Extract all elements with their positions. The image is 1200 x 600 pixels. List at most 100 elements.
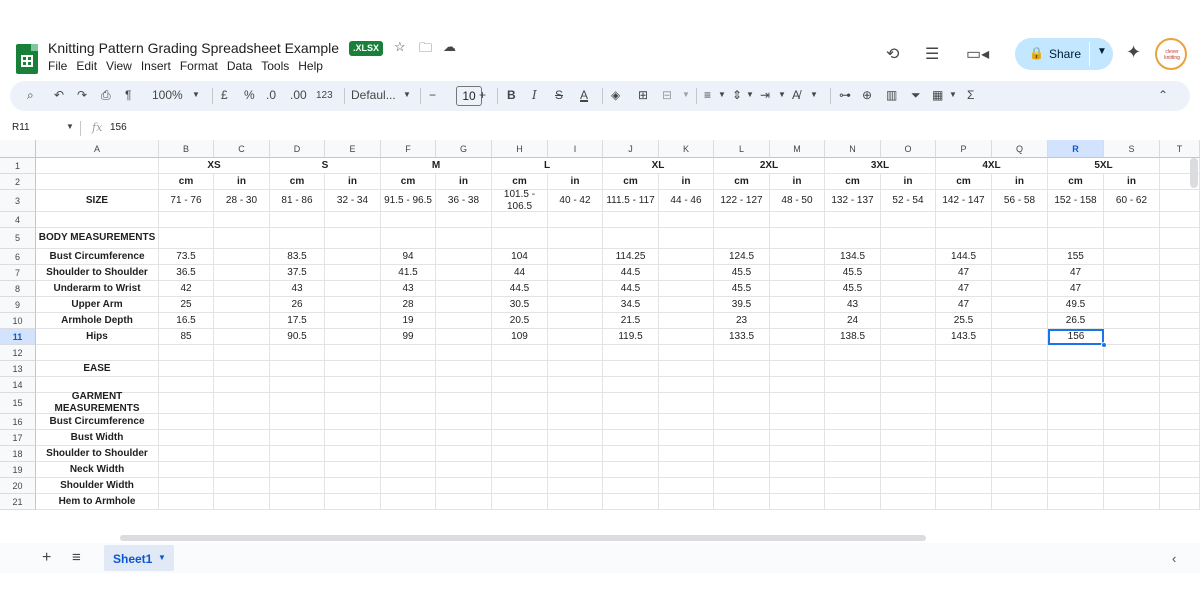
undo-icon[interactable]: ↶ (54, 88, 64, 102)
grid-cell[interactable] (492, 212, 548, 228)
grid-cell[interactable] (992, 297, 1048, 313)
grid-cell[interactable] (436, 478, 492, 494)
grid-cell[interactable] (881, 313, 936, 329)
grid-cell[interactable] (992, 414, 1048, 430)
menu-file[interactable]: File (48, 59, 67, 73)
grid-cell[interactable] (436, 249, 492, 265)
grid-cell[interactable] (936, 478, 992, 494)
body-measurement-value[interactable]: 25.5 (936, 313, 992, 329)
size-header[interactable]: 5XL (1048, 158, 1160, 174)
column-header-p[interactable]: P (936, 140, 992, 158)
grid-cell[interactable] (159, 361, 214, 377)
grid-cell[interactable] (325, 446, 381, 462)
ease-label[interactable]: EASE (36, 361, 159, 377)
grid-cell[interactable] (214, 281, 270, 297)
size-range-cell[interactable]: 111.5 - 117 (603, 190, 659, 212)
grid-cell[interactable] (992, 377, 1048, 393)
grid-cell[interactable] (1160, 265, 1200, 281)
grid-cell[interactable] (1104, 212, 1160, 228)
body-measurement-label[interactable]: Upper Arm (36, 297, 159, 313)
grid-cell[interactable] (659, 462, 714, 478)
grid-cell[interactable] (381, 414, 436, 430)
size-header[interactable]: M (381, 158, 492, 174)
size-header[interactable]: 3XL (825, 158, 936, 174)
garment-measurement-label[interactable]: Bust Width (36, 430, 159, 446)
body-measurement-value[interactable]: 45.5 (825, 281, 881, 297)
body-measurement-value[interactable]: 17.5 (270, 313, 325, 329)
body-measurement-label[interactable]: Hips (36, 329, 159, 345)
grid-cell[interactable] (325, 297, 381, 313)
gemini-sparkle-icon[interactable]: ✦ (1126, 42, 1141, 63)
grid-cell[interactable] (659, 329, 714, 345)
grid-cell[interactable] (992, 228, 1048, 249)
grid-cell[interactable] (770, 446, 825, 462)
sheet-tab[interactable]: Sheet1 ▼ (104, 545, 174, 571)
grid-cell[interactable] (1104, 265, 1160, 281)
grid-cell[interactable] (881, 345, 936, 361)
grid-cell[interactable] (159, 478, 214, 494)
grid-cell[interactable] (1160, 462, 1200, 478)
grid-cell[interactable] (381, 345, 436, 361)
grid-cell[interactable] (325, 361, 381, 377)
grid-cell[interactable] (214, 430, 270, 446)
unit-header[interactable]: in (770, 174, 825, 190)
body-measurement-value[interactable]: 42 (159, 281, 214, 297)
collapse-toolbar-icon[interactable]: ⌃ (1158, 88, 1168, 102)
grid-cell[interactable] (992, 345, 1048, 361)
grid-cell[interactable] (492, 478, 548, 494)
grid-cell[interactable] (881, 430, 936, 446)
grid-cell[interactable] (325, 249, 381, 265)
grid-cell[interactable] (159, 212, 214, 228)
grid-cell[interactable] (325, 228, 381, 249)
column-header-e[interactable]: E (325, 140, 381, 158)
grid-cell[interactable] (770, 361, 825, 377)
grid-cell[interactable] (659, 478, 714, 494)
grid-cell[interactable] (1160, 446, 1200, 462)
grid-cell[interactable] (492, 345, 548, 361)
fill-handle[interactable] (1101, 342, 1107, 348)
grid-cell[interactable] (159, 377, 214, 393)
grid-cell[interactable] (1160, 345, 1200, 361)
garment-measurement-label[interactable]: Shoulder to Shoulder (36, 446, 159, 462)
increase-font-size-icon[interactable]: + (479, 88, 486, 102)
search-menus-icon[interactable]: ⌕ (27, 88, 34, 103)
grid-cell[interactable] (214, 228, 270, 249)
grid-cell[interactable] (992, 478, 1048, 494)
zoom-caret-icon[interactable]: ▼ (192, 90, 200, 99)
body-measurement-value[interactable]: 144.5 (936, 249, 992, 265)
grid-cell[interactable] (825, 377, 881, 393)
grid-cell[interactable] (992, 361, 1048, 377)
grid-cell[interactable] (992, 265, 1048, 281)
unit-header[interactable]: cm (270, 174, 325, 190)
grid-cell[interactable] (770, 265, 825, 281)
grid-cell[interactable] (659, 212, 714, 228)
grid-cell[interactable] (548, 249, 603, 265)
body-measurement-value[interactable]: 83.5 (270, 249, 325, 265)
grid-cell[interactable] (659, 265, 714, 281)
row-header-13[interactable]: 13 (0, 361, 36, 377)
unit-header[interactable]: cm (1048, 174, 1104, 190)
grid-cell[interactable] (214, 494, 270, 510)
grid-cell[interactable] (159, 393, 214, 414)
grid-cell[interactable] (881, 377, 936, 393)
grid-cell[interactable] (881, 281, 936, 297)
comments-icon[interactable]: ☰ (925, 44, 939, 64)
vertical-align-icon[interactable]: ⇕ (732, 88, 742, 102)
body-measurement-value[interactable]: 119.5 (603, 329, 659, 345)
grid-cell[interactable] (992, 494, 1048, 510)
grid-cell[interactable] (492, 393, 548, 414)
body-measurement-value[interactable]: 36.5 (159, 265, 214, 281)
grid-cell[interactable] (603, 361, 659, 377)
grid-cell[interactable] (770, 478, 825, 494)
body-measurement-value[interactable]: 44.5 (603, 281, 659, 297)
column-header-q[interactable]: Q (992, 140, 1048, 158)
row-header-1[interactable]: 1 (0, 158, 36, 174)
row-header-4[interactable]: 4 (0, 212, 36, 228)
size-header[interactable]: S (270, 158, 381, 174)
row-header-5[interactable]: 5 (0, 228, 36, 249)
grid-cell[interactable] (1160, 414, 1200, 430)
row-header-7[interactable]: 7 (0, 265, 36, 281)
merge-caret-icon[interactable]: ▼ (682, 90, 690, 99)
body-measurement-label[interactable]: Shoulder to Shoulder (36, 265, 159, 281)
grid-cell[interactable] (1160, 249, 1200, 265)
